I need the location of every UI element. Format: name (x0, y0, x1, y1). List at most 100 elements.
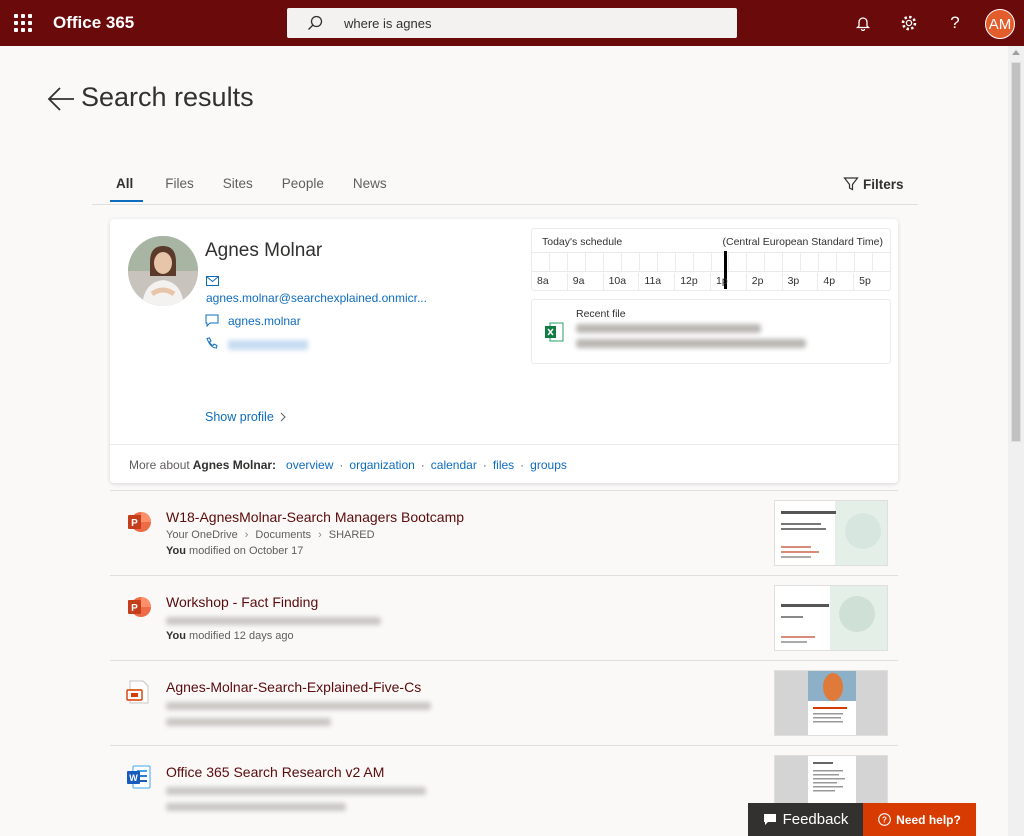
result-modified-redacted (166, 803, 346, 811)
link-calendar[interactable]: calendar (431, 458, 477, 472)
help-circle-icon: ? (878, 813, 892, 826)
excel-icon (545, 322, 564, 342)
search-icon (308, 15, 323, 30)
path-segment[interactable]: Your OneDrive (166, 529, 238, 541)
comment-icon (763, 814, 776, 825)
result-title[interactable]: Agnes-Molnar-Search-Explained-Five-Cs (166, 679, 421, 695)
hour-label: 10a (604, 273, 640, 291)
result-path-redacted (166, 617, 381, 625)
person-card: Agnes Molnar agnes.molnar@searchexplaine… (110, 219, 898, 483)
hour-label: 12p (675, 273, 711, 291)
result-path-redacted (166, 702, 431, 710)
path-segment[interactable]: Documents (255, 529, 311, 541)
tab-news[interactable]: News (345, 176, 397, 201)
powerpoint-icon: P (128, 512, 151, 532)
tab-all[interactable]: All (108, 176, 144, 202)
schedule-title: Today's schedule (542, 236, 623, 248)
recent-file-name-redacted (576, 324, 761, 333)
result-thumbnail[interactable] (774, 670, 888, 736)
result-item[interactable]: P Workshop - Fact Finding You modified 1… (110, 575, 898, 660)
schedule-grid (532, 252, 890, 272)
hour-label: 5p (859, 275, 871, 287)
chevron-right-icon (280, 412, 286, 422)
result-title[interactable]: W18-AgnesMolnar-Search Managers Bootcamp (166, 509, 464, 525)
need-help-label: Need help? (896, 812, 961, 827)
person-phone[interactable] (228, 337, 313, 351)
result-modified: You modified 12 days ago (166, 630, 294, 642)
result-title[interactable]: Workshop - Fact Finding (166, 594, 318, 610)
back-arrow-icon[interactable] (46, 85, 76, 113)
filters-label: Filters (863, 176, 904, 192)
search-input[interactable] (344, 14, 714, 32)
modified-by: You (166, 630, 186, 642)
gear-icon[interactable] (899, 13, 919, 33)
recent-file[interactable]: Recent file (531, 299, 891, 364)
schedule-hours: 8a 9a 10a 11a 12p 1p 2p 3p 4p 5p (532, 273, 890, 291)
result-title[interactable]: Office 365 Search Research v2 AM (166, 764, 384, 780)
need-help-button[interactable]: ? Need help? (863, 803, 976, 836)
tabs-divider (92, 204, 918, 205)
link-files[interactable]: files (493, 458, 514, 472)
person-chat[interactable]: agnes.molnar (228, 314, 301, 328)
result-thumbnail[interactable] (774, 500, 888, 566)
tab-files[interactable]: Files (157, 176, 204, 201)
chevron-right-icon: › (318, 529, 322, 541)
modified-text: modified on October 17 (189, 545, 304, 557)
bell-icon[interactable] (853, 13, 873, 33)
recent-file-label: Recent file (576, 308, 626, 320)
link-groups[interactable]: groups (530, 458, 567, 472)
link-overview[interactable]: overview (286, 458, 333, 472)
svg-text:?: ? (882, 816, 887, 825)
svg-text:P: P (131, 603, 138, 614)
card-divider (110, 444, 898, 445)
help-icon[interactable]: ? (945, 13, 965, 33)
result-thumbnail[interactable] (774, 585, 888, 651)
result-path-redacted (166, 787, 426, 795)
powerpoint-icon: P (128, 597, 151, 617)
phone-icon (206, 337, 218, 349)
more-about-name: Agnes Molnar: (192, 458, 277, 472)
word-icon: W (127, 765, 151, 789)
top-bar: Office 365 ? AM (0, 0, 1024, 46)
person-email[interactable]: agnes.molnar@searchexplained.onmicr... (206, 291, 427, 305)
tab-sites[interactable]: Sites (215, 176, 263, 201)
filters-button[interactable]: Filters (843, 176, 904, 192)
hour-label: 4p (818, 273, 855, 291)
chat-icon (205, 314, 219, 327)
page-scrollbar[interactable] (1008, 46, 1024, 836)
result-modified-redacted (166, 718, 331, 726)
result-item[interactable]: Agnes-Molnar-Search-Explained-Five-Cs (110, 660, 898, 745)
hour-label: 11a (639, 273, 676, 291)
recent-file-meta-redacted (576, 339, 806, 348)
more-about-prefix: More about (129, 458, 190, 472)
feedback-button[interactable]: Feedback (748, 803, 863, 836)
tab-people[interactable]: People (274, 176, 334, 201)
show-profile-label: Show profile (205, 410, 274, 424)
app-launcher-icon[interactable] (14, 14, 32, 32)
feedback-label: Feedback (782, 811, 849, 828)
modified-by: You (166, 545, 186, 557)
result-modified: You modified on October 17 (166, 545, 303, 557)
modified-text: modified 12 days ago (189, 630, 294, 642)
user-avatar[interactable]: AM (985, 9, 1015, 39)
person-name[interactable]: Agnes Molnar (205, 240, 322, 262)
result-item[interactable]: P W18-AgnesMolnar-Search Managers Bootca… (110, 490, 898, 575)
search-box[interactable] (287, 8, 737, 38)
link-organization[interactable]: organization (349, 458, 414, 472)
more-about: More about Agnes Molnar: overview · orga… (129, 458, 567, 472)
path-segment[interactable]: SHARED (329, 529, 375, 541)
app-name[interactable]: Office 365 (53, 13, 134, 33)
filter-icon (843, 177, 859, 191)
show-profile-link[interactable]: Show profile (205, 410, 286, 424)
scrollbar-thumb[interactable] (1011, 62, 1021, 442)
person-photo[interactable] (128, 236, 198, 306)
hour-label: 9a (568, 273, 604, 291)
hour-label: 2p (747, 273, 783, 291)
hour-label: 3p (783, 273, 819, 291)
scroll-up-icon[interactable] (1012, 50, 1020, 55)
page-title: Search results (81, 82, 254, 112)
chevron-right-icon: › (244, 529, 249, 541)
schedule-timezone: (Central European Standard Time) (722, 236, 884, 248)
hour-label: 8a (532, 273, 568, 291)
search-tabs: All Files Sites People News (108, 176, 397, 202)
